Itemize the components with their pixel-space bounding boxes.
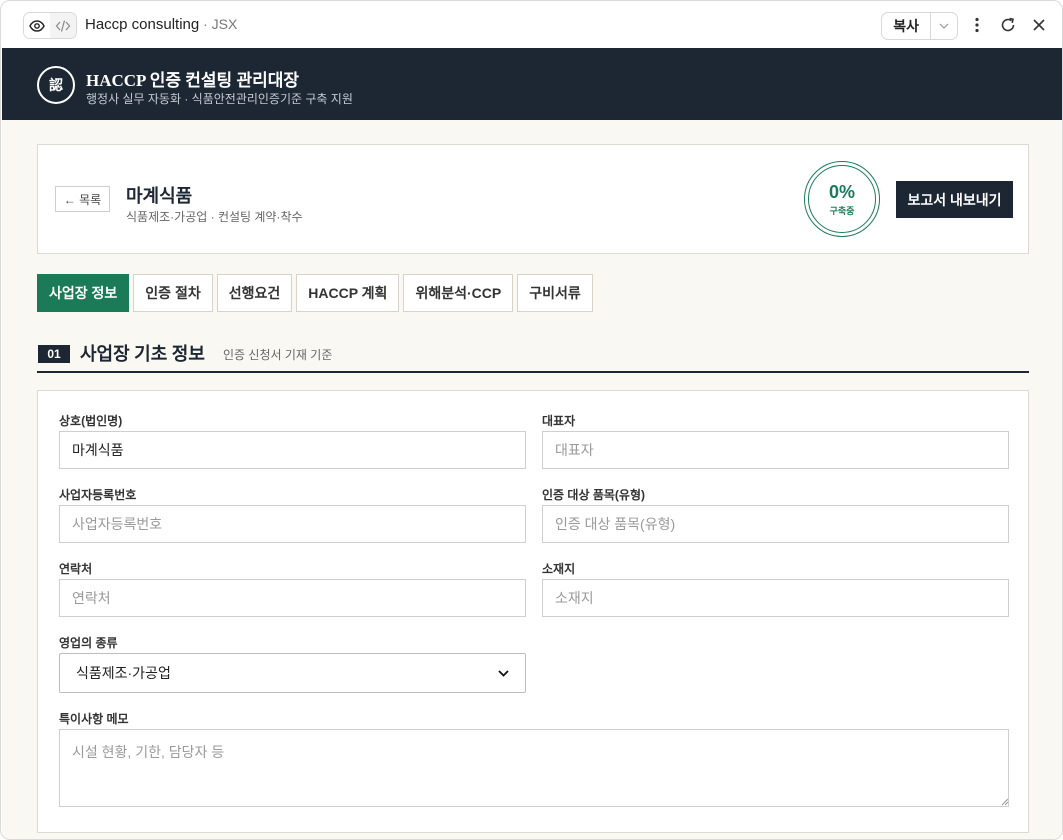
cert-item-label: 인증 대상 품목(유형) xyxy=(542,488,645,502)
section-subtitle: 인증 신청서 기재 기준 xyxy=(223,348,333,362)
more-options-icon[interactable] xyxy=(967,15,987,35)
tab-documents[interactable]: 구비서류 xyxy=(517,274,593,312)
view-toggle[interactable] xyxy=(23,12,77,39)
preview-eye-icon[interactable] xyxy=(24,13,50,38)
memo-label: 특이사항 메모 xyxy=(59,712,129,726)
section-header: 01 사업장 기초 정보 인증 신청서 기재 기준 xyxy=(37,340,1029,373)
copy-dropdown-chevron-icon[interactable] xyxy=(930,13,957,39)
company-name-label: 상호(법인명) xyxy=(59,414,123,428)
app-toolbar: Haccp consulting · JSX 복사 xyxy=(1,1,1062,48)
progress-ring: 0% 구축중 xyxy=(804,161,880,237)
biz-no-label: 사업자등록번호 xyxy=(59,488,137,502)
refresh-icon[interactable] xyxy=(998,15,1018,35)
cert-item-field[interactable]: 인증 대상 품목(유형) xyxy=(542,505,1009,543)
app-header: 認 HACCP 인증 컨설팅 관리대장 행정사 실무 자동화 · 식품안전관리인… xyxy=(2,48,1062,120)
main-content: ← 목록 마계식품 식품제조·가공업 · 컨설팅 계약·착수 0% 구축중 보고… xyxy=(2,120,1062,839)
biz-type-label: 영업의 종류 xyxy=(59,636,118,650)
tab-hazard-ccp[interactable]: 위해분석·CCP xyxy=(403,274,514,312)
address-field[interactable]: 소재지 xyxy=(542,579,1009,617)
tab-site-info[interactable]: 사업장 정보 xyxy=(37,274,130,312)
progress-percent: 0% xyxy=(828,181,855,202)
company-name-field[interactable]: 마계식품 xyxy=(59,431,526,469)
biz-no-field[interactable]: 사업자등록번호 xyxy=(59,505,526,543)
company-name: 마계식품 xyxy=(126,186,193,206)
company-summary-card: ← 목록 마계식품 식품제조·가공업 · 컨설팅 계약·착수 0% 구축중 보고… xyxy=(37,144,1029,254)
code-icon[interactable] xyxy=(50,13,76,38)
address-label: 소재지 xyxy=(542,562,576,576)
copy-button-group: 복사 xyxy=(881,12,958,40)
company-meta: 식품제조·가공업 · 컨설팅 계약·착수 xyxy=(126,210,303,224)
app-header-subtitle: 행정사 실무 자동화 · 식품안전관리인증기준 구축 지원 xyxy=(86,92,353,106)
site-info-form: 상호(법인명) 마계식품 대표자 대표자 사업자등록번호 사업자등록번호 인증 … xyxy=(37,390,1029,833)
tab-haccp-plan[interactable]: HACCP 계획 xyxy=(296,274,400,312)
phone-label: 연락처 xyxy=(59,562,93,576)
resize-grip-icon[interactable] xyxy=(1000,797,1009,806)
section-title: 사업장 기초 정보 xyxy=(80,344,205,364)
artifact-title: Haccp consulting · JSX xyxy=(85,16,237,33)
logo-seal-icon: 認 xyxy=(37,66,75,104)
close-icon[interactable] xyxy=(1029,15,1049,35)
tab-bar: 사업장 정보 인증 절차 선행요건 HACCP 계획 위해분석·CCP 구비서류 xyxy=(37,274,593,312)
progress-status: 구축중 xyxy=(829,205,855,216)
artifact-name: Haccp consulting xyxy=(85,16,200,33)
back-to-list-button[interactable]: ← 목록 xyxy=(55,186,110,212)
app-window: Haccp consulting · JSX 복사 認 HACCP 인증 컨설팅… xyxy=(0,0,1063,840)
app-header-title: HACCP 인증 컨설팅 관리대장 xyxy=(86,71,300,90)
tab-cert-process[interactable]: 인증 절차 xyxy=(133,274,213,312)
export-report-button[interactable]: 보고서 내보내기 xyxy=(896,181,1013,218)
section-number: 01 xyxy=(38,345,70,363)
copy-button[interactable]: 복사 xyxy=(882,13,930,39)
biz-type-select[interactable]: 식품제조·가공업 xyxy=(59,653,526,693)
artifact-type: · JSX xyxy=(199,16,238,32)
tab-prerequisites[interactable]: 선행요건 xyxy=(216,274,293,312)
biz-type-value: 식품제조·가공업 xyxy=(76,665,171,681)
ceo-field[interactable]: 대표자 xyxy=(542,431,1009,469)
memo-textarea[interactable]: 시설 현황, 기한, 담당자 등 xyxy=(59,729,1009,807)
select-chevron-down-icon xyxy=(498,669,509,677)
phone-field[interactable]: 연락처 xyxy=(59,579,526,617)
ceo-label: 대표자 xyxy=(542,414,576,428)
